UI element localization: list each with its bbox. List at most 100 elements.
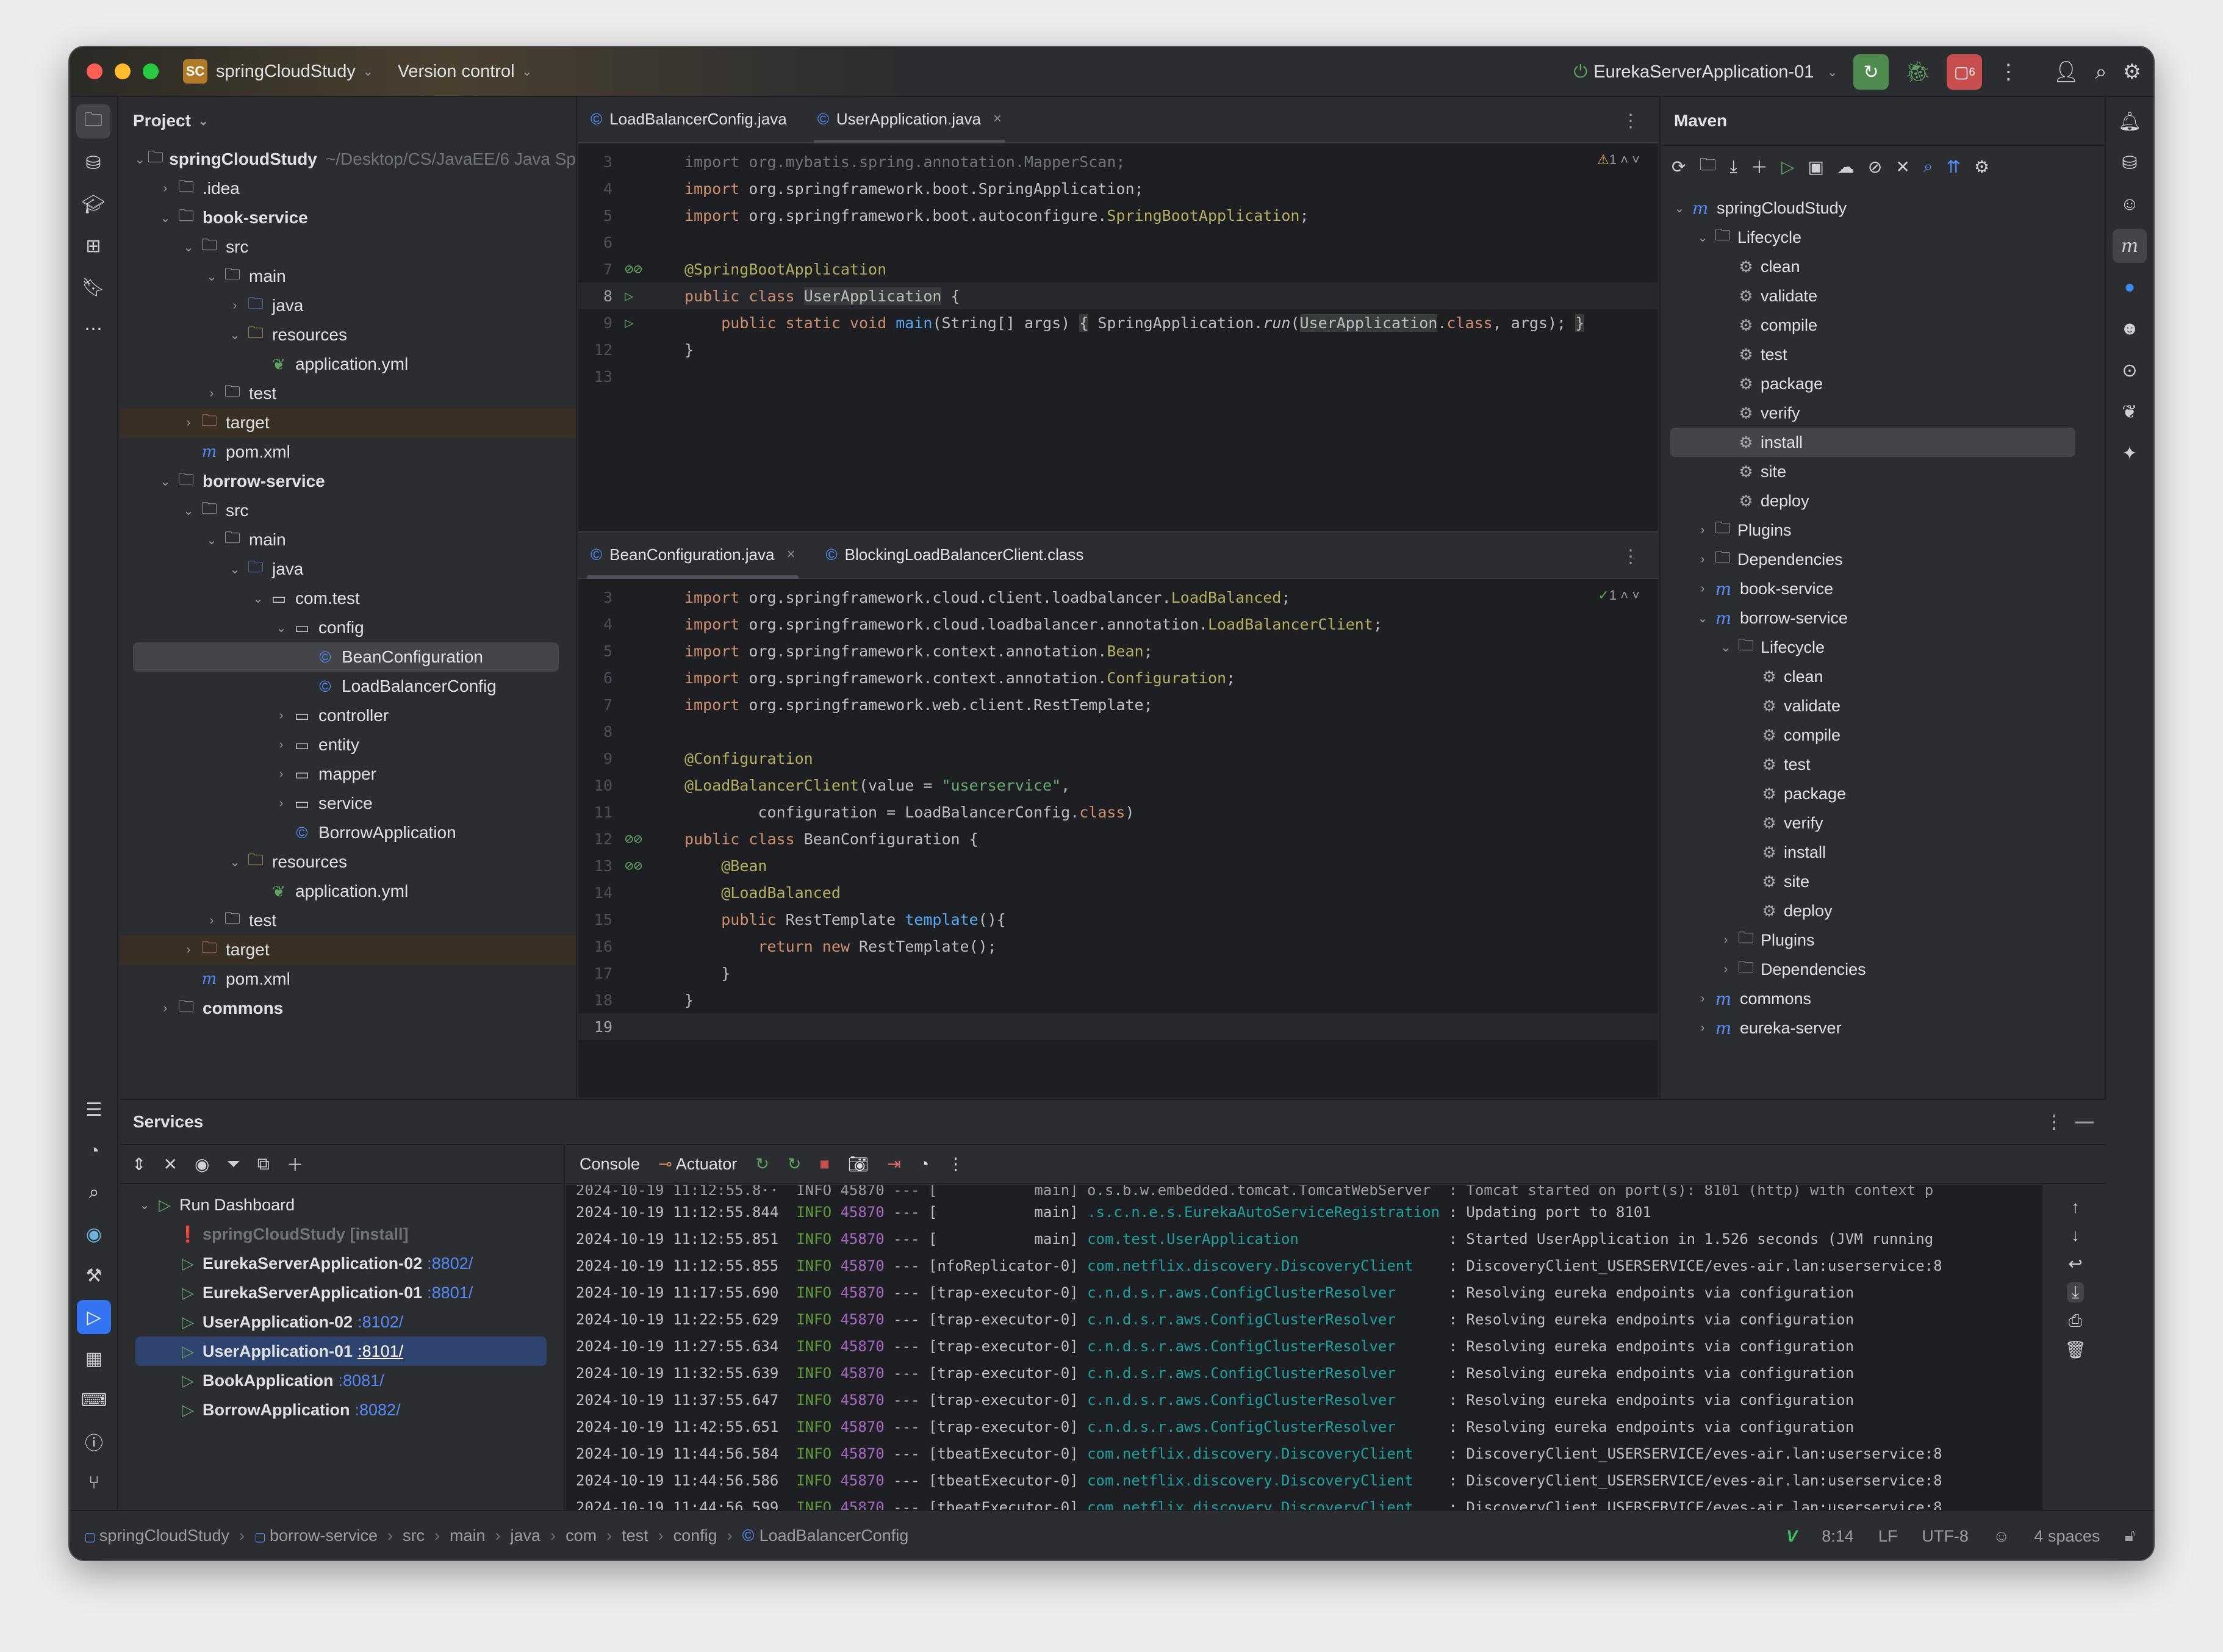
chevron-down-icon[interactable]: ⌄ [156,474,174,489]
collapse-all-icon[interactable]: ✕ [1895,157,1909,177]
code-line[interactable]: 8 [578,718,1658,745]
chevron-down-icon[interactable]: ⌄ [1693,230,1712,245]
maven-node[interactable]: ⚙ install [1661,838,2106,867]
stop-button[interactable]: ▢ 6 [1947,54,1983,90]
show-ignored-icon[interactable]: ⇈ [1947,157,1961,177]
scroll-to-end-icon[interactable]: ⤓ [2066,1282,2085,1302]
tree-node[interactable]: › 🗀 target [120,935,576,964]
maven-node[interactable]: ⚙ package [1661,779,2106,808]
chevron-down-icon[interactable]: ⌄ [179,240,198,255]
run-gutter-icon[interactable]: ▷ [617,287,684,304]
service-node[interactable]: ▷ EurekaServerApplication-01:8801/ [120,1278,564,1307]
database-tool-icon[interactable]: ⛁ [2113,146,2147,180]
code-line[interactable]: 4 import org.springframework.boot.SpringA… [578,175,1658,202]
maven-node[interactable]: ⚙ compile [1661,720,2106,750]
code-line[interactable]: 3 import org.springframework.cloud.client… [578,584,1658,611]
more-tools-icon[interactable]: ⋯ [76,312,110,346]
maven-node[interactable]: ⚙ clean [1661,252,2106,281]
service-port-link[interactable]: :8801/ [427,1284,473,1302]
code-view-top[interactable]: 3 import org.mybatis.spring.annotation.Ma… [578,143,1658,390]
project-tool-icon[interactable]: 🗀 [76,104,110,138]
breadcrumb-item[interactable]: © LoadBalancerConfig [742,1526,909,1545]
filter-icon[interactable]: ⏷ [226,1154,240,1174]
editor-tab[interactable]: © LoadBalancerConfig.java [591,96,787,142]
git-tool-icon[interactable]: ⑂ [77,1466,111,1500]
maven-node[interactable]: ⚙ validate [1661,281,2106,311]
copilot-status-icon[interactable]: ☺ [1993,1527,2010,1546]
code-line[interactable]: 15 public RestTemplate template(){ [578,906,1658,933]
notifications-icon[interactable]: 🔔︎ [2113,104,2147,138]
terminal-tool-icon[interactable]: ⌨ [77,1383,111,1417]
indent-setting[interactable]: 4 spaces [2034,1527,2100,1546]
print-icon[interactable]: ⎙ [2069,1311,2082,1331]
rerun-button[interactable]: ↻ [1853,54,1889,90]
search-icon[interactable]: ⌕ [2095,60,2106,84]
tree-node[interactable]: ⌄ 🗀 book-service [120,203,576,232]
tree-node[interactable]: › 🗀 test [120,906,576,935]
settings-gear-icon[interactable]: ⚙ [2123,60,2141,84]
breadcrumb-item[interactable]: src [403,1526,425,1545]
code-line[interactable]: 5 import org.springframework.boot.autocon… [578,202,1658,229]
code-line[interactable]: 13 [578,363,1658,390]
code-line[interactable]: 4 import org.springframework.cloud.loadba… [578,611,1658,637]
problems-tool-icon[interactable]: ⓘ [77,1424,111,1459]
close-window-button[interactable] [87,63,102,79]
maven-tool-icon[interactable]: m [2113,229,2147,263]
more-tabs-icon[interactable]: ⋮ [1621,546,1640,567]
breadcrumb-item[interactable]: java [511,1526,541,1545]
chevron-down-icon[interactable]: ⌄ [135,1198,154,1213]
project-panel-header[interactable]: Project ⌄ [120,97,576,145]
rerun-icon[interactable]: ↻ [755,1155,769,1174]
reload-icon[interactable]: ⟳ [1672,157,1686,177]
breadcrumb-item[interactable]: ▢ springCloudStudy [84,1526,229,1545]
vcs-menu[interactable]: Version control [398,62,515,82]
stop-icon[interactable]: ■ [820,1155,830,1174]
profiler-icon[interactable]: ◔ [919,1155,929,1174]
code-line[interactable]: 10 @LoadBalancerClient(value = "userservi… [578,772,1658,799]
service-node[interactable]: ▷ UserApplication-01:8101/ [135,1337,547,1366]
maven-node[interactable]: ⚙ package [1661,369,2106,398]
endpoints-tool-icon[interactable]: ⊙ [2113,353,2147,387]
offline-mode-icon[interactable]: ☁ [1837,157,1855,177]
maven-node[interactable]: › m commons [1661,984,2106,1013]
tree-node[interactable]: › 🗀 commons [120,994,576,1023]
chevron-down-icon[interactable]: ⌄ [1670,201,1689,216]
project-badge[interactable]: SC [183,59,207,84]
maven-node[interactable]: ⚙ test [1661,750,2106,779]
ai-assistant-icon[interactable]: ✦ [2113,436,2147,470]
chevron-right-icon[interactable]: › [156,182,174,196]
maven-node[interactable]: › 🗀 Plugins [1661,515,2106,545]
project-switcher[interactable]: springCloudStudy [216,62,356,82]
database-console-icon[interactable]: ▦ [77,1341,111,1376]
service-node[interactable]: ▷ UserApplication-02:8102/ [120,1307,564,1337]
editor-tab[interactable]: © UserApplication.java × [813,96,1006,143]
service-node[interactable]: ⌄ ▷ Run Dashboard [120,1190,564,1219]
debug-button[interactable]: 🐞︎ [1905,60,1931,84]
code-line[interactable]: 9 ▷ public static void main(String[] args… [578,309,1658,336]
add-service-icon[interactable]: ＋ [287,1152,304,1176]
chevron-right-icon[interactable]: › [226,299,244,313]
code-line[interactable]: 18} [578,986,1658,1013]
tree-node[interactable]: ⌄ 🗀 springCloudStudy ~/Desktop/CS/JavaEE/6 … [120,145,576,174]
breadcrumb-item[interactable]: main [450,1526,486,1545]
chevron-down-icon[interactable]: ⌄ [226,562,244,577]
chevron-down-icon[interactable]: ⌄ [272,620,290,636]
new-tab-icon[interactable]: ⧉ [257,1154,270,1174]
maven-node[interactable]: › 🗀 Dependencies [1661,955,2106,984]
maven-node[interactable]: › 🗀 Plugins [1661,925,2106,955]
code-line[interactable]: 12 ⊘⊘ public class BeanConfiguration { [578,825,1658,852]
clear-icon[interactable]: 🗑︎ [2064,1340,2086,1360]
code-line[interactable]: 14 @LoadBalanced [578,879,1658,906]
add-user-icon[interactable]: 👤︎ [2053,60,2079,84]
maven-node[interactable]: ⚙ clean [1661,662,2106,691]
spring-tool-icon[interactable]: ❦ [2113,395,2147,429]
hide-panel-icon[interactable]: — [2075,1112,2094,1132]
chevron-right-icon[interactable]: › [179,416,198,430]
maven-node[interactable]: ⚙ validate [1661,691,2106,720]
chevron-down-icon[interactable]: ⌄ [1717,640,1735,655]
close-tab-icon[interactable]: × [786,546,795,563]
profiler-tool-icon[interactable]: ◔ [77,1134,111,1168]
chevron-right-icon[interactable]: › [1693,523,1712,537]
breadcrumb-item[interactable]: test [622,1526,648,1545]
chevron-right-icon[interactable]: › [272,767,290,781]
